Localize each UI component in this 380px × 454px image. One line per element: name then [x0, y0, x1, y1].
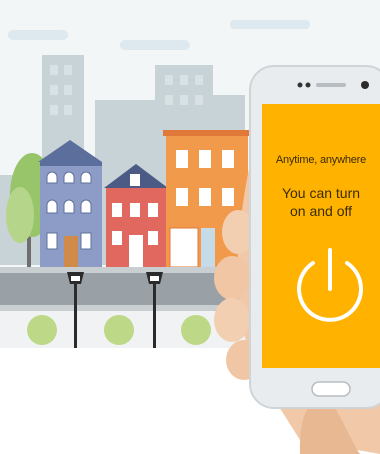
tagline-text: Anytime, anywhere: [275, 154, 367, 166]
illustration: Anytime, anywhere You can turn on and of…: [0, 0, 380, 454]
headline-line-2: on and off: [289, 203, 353, 219]
bush: [181, 315, 211, 345]
phone-screen: [262, 104, 380, 368]
purple-house: [38, 140, 102, 267]
scene-svg: [0, 0, 380, 454]
cloud: [8, 30, 68, 40]
bush: [104, 315, 134, 345]
cloud: [120, 40, 190, 50]
home-button[interactable]: [311, 381, 351, 397]
headline-text: You can turn on and off: [262, 184, 380, 220]
cloud: [230, 20, 310, 29]
headline-line-1: You can turn: [281, 185, 361, 201]
smartphone: [249, 65, 380, 409]
bush: [27, 315, 57, 345]
